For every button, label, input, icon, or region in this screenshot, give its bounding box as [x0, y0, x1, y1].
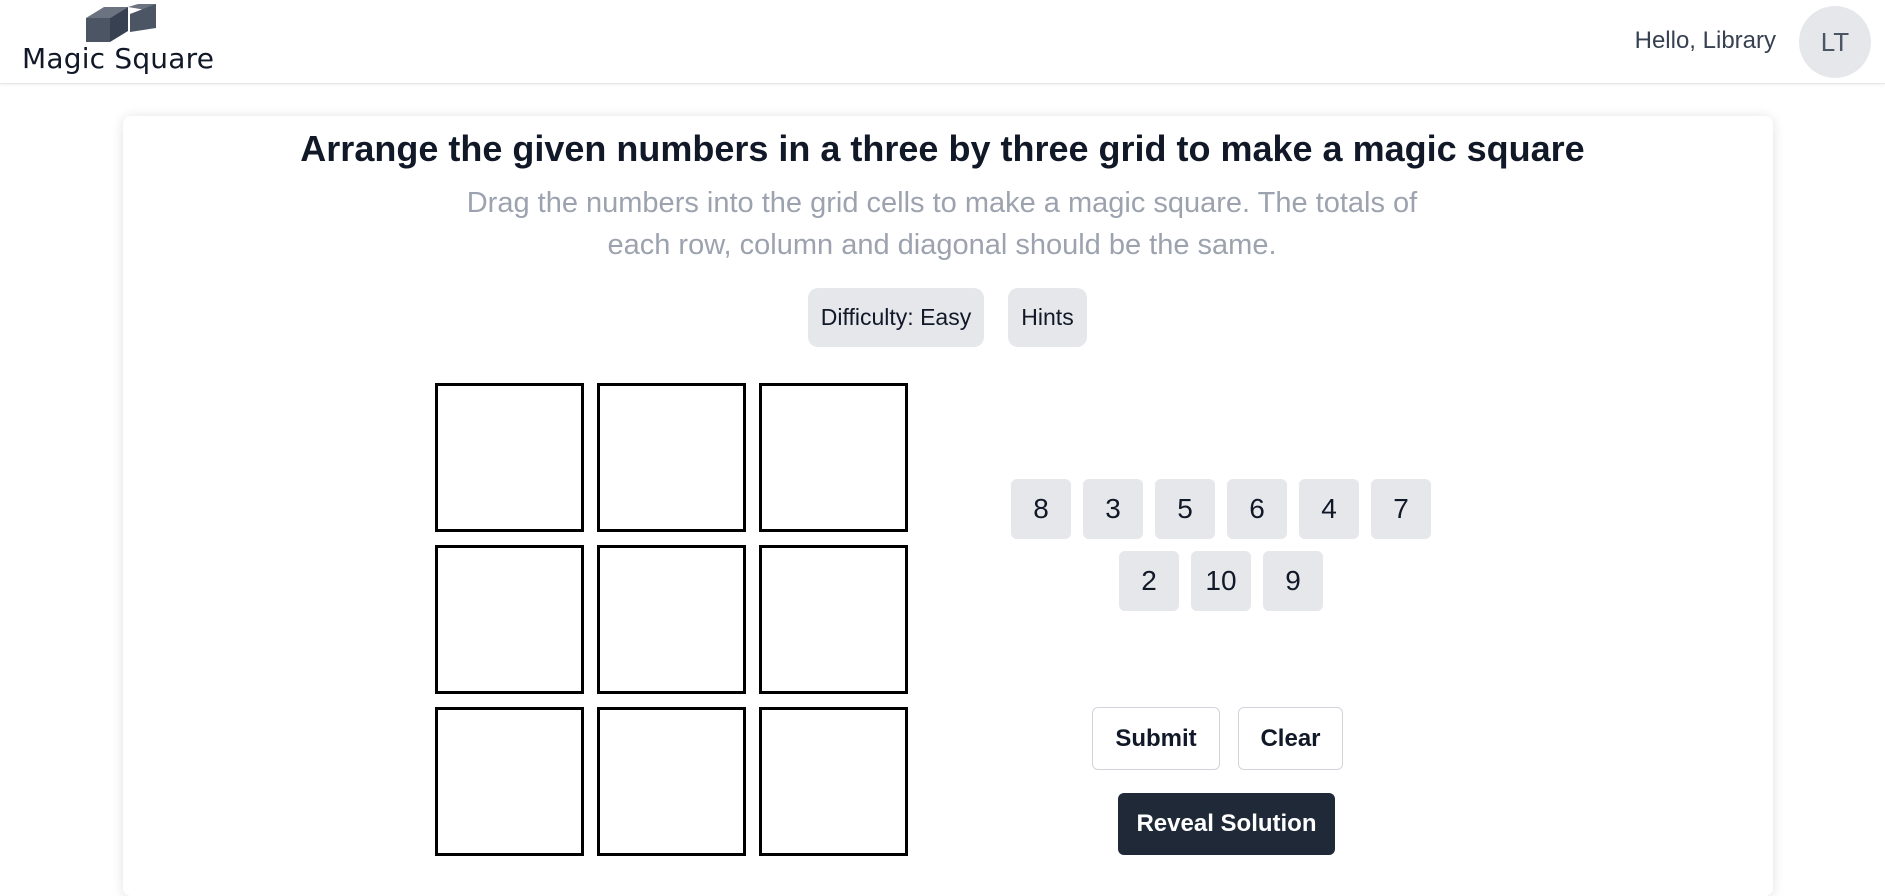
number-tile[interactable]: 9: [1263, 551, 1323, 611]
grid-cell-r2-c2[interactable]: [597, 545, 746, 694]
grid-cell-r1-c2[interactable]: [597, 383, 746, 532]
number-tile[interactable]: 3: [1083, 479, 1143, 539]
submit-button[interactable]: Submit: [1092, 707, 1220, 770]
number-tile[interactable]: 8: [1011, 479, 1071, 539]
number-tile[interactable]: 7: [1371, 479, 1431, 539]
clear-button[interactable]: Clear: [1238, 707, 1343, 770]
number-tile[interactable]: 6: [1227, 479, 1287, 539]
grid-cell-r1-c3[interactable]: [759, 383, 908, 532]
puzzle-instructions: Drag the numbers into the grid cells to …: [466, 187, 1418, 261]
number-tile[interactable]: 2: [1119, 551, 1179, 611]
user-avatar[interactable]: LT: [1799, 6, 1871, 78]
top-navigation-bar: Magic Square Hello, Library LT: [0, 0, 1885, 84]
grid-cell-r2-c1[interactable]: [435, 545, 584, 694]
number-tile[interactable]: 10: [1191, 551, 1251, 611]
grid-cell-r1-c1[interactable]: [435, 383, 584, 532]
puzzle-title: Arrange the given numbers in a three by …: [300, 128, 1585, 169]
user-greeting: Hello, Library: [1634, 27, 1776, 54]
grid-cell-r2-c3[interactable]: [759, 545, 908, 694]
difficulty-button[interactable]: Difficulty: Easy: [808, 288, 984, 347]
brand-name[interactable]: Magic Square: [22, 42, 214, 75]
grid-cell-r3-c3[interactable]: [759, 707, 908, 856]
reveal-solution-button[interactable]: Reveal Solution: [1118, 793, 1335, 855]
number-tile[interactable]: 5: [1155, 479, 1215, 539]
hints-button[interactable]: Hints: [1008, 288, 1087, 347]
grid-cell-r3-c2[interactable]: [597, 707, 746, 856]
grid-cell-r3-c1[interactable]: [435, 707, 584, 856]
cube-logo-icon: [86, 4, 156, 42]
number-tile[interactable]: 4: [1299, 479, 1359, 539]
